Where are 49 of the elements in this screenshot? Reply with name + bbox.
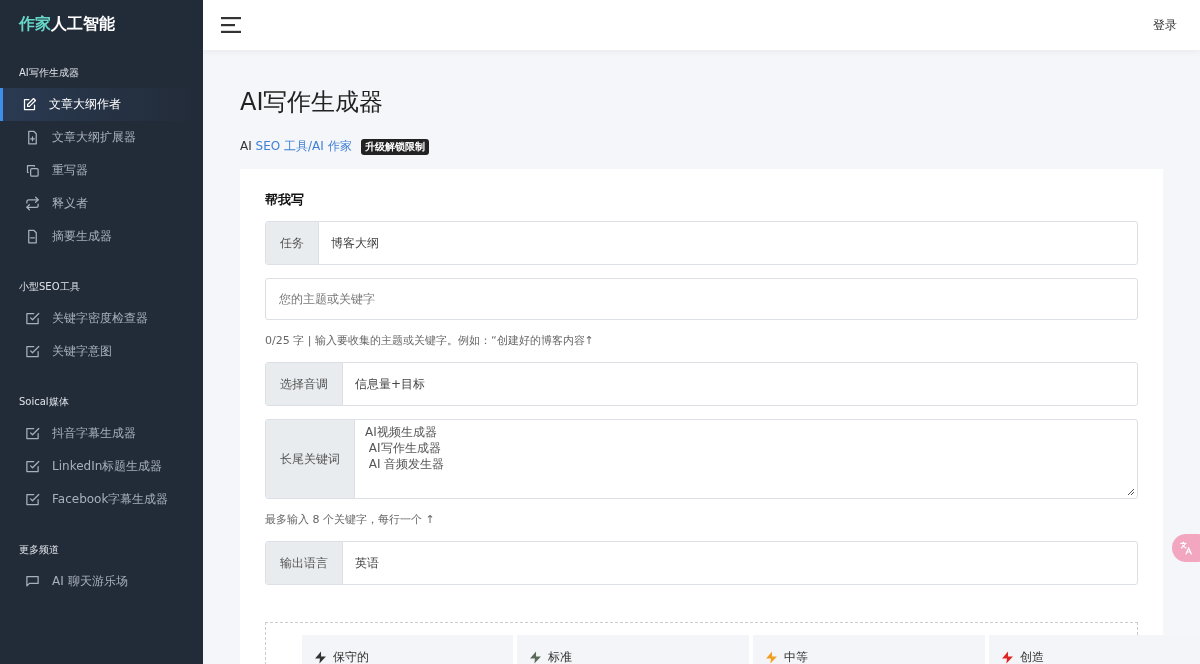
breadcrumb: AI SEO 工具/AI 作家	[240, 138, 352, 155]
file-minus-icon	[25, 229, 40, 244]
copy-icon	[25, 163, 40, 178]
sidebar-item[interactable]: 文章大纲扩展器	[0, 121, 203, 154]
checkbox-icon	[25, 344, 40, 359]
field-label: 任务	[266, 222, 319, 264]
sidebar-item[interactable]: 释义者	[0, 187, 203, 220]
sidebar-item[interactable]: 重写器	[0, 154, 203, 187]
sidebar-section-title: Soical媒体	[19, 395, 70, 409]
sidebar-item[interactable]: AI 聊天游乐场	[0, 565, 203, 598]
sidebar-item[interactable]: 摘要生成器	[0, 220, 203, 253]
form-heading: 帮我写	[265, 191, 305, 209]
sidebar-item[interactable]: 抖音字幕生成器	[0, 417, 203, 450]
menu-icon[interactable]	[221, 17, 241, 33]
sidebar-section-title: 小型SEO工具	[19, 280, 81, 294]
breadcrumb-link[interactable]: SEO 工具/AI 作家	[255, 139, 352, 153]
sidebar-item[interactable]: Facebook字幕生成器	[0, 483, 203, 516]
creativity-option[interactable]: 保守的	[302, 635, 513, 664]
field-label: 长尾关键词	[266, 420, 355, 498]
file-plus-icon	[25, 130, 40, 145]
repeat-icon	[25, 196, 40, 211]
task-select[interactable]: 任务 博客大纲	[265, 221, 1138, 265]
sidebar-item[interactable]: 关键字密度检查器	[0, 302, 203, 335]
upgrade-badge[interactable]: 升级解锁限制	[360, 138, 429, 155]
tone-select[interactable]: 选择音调 信息量+目标	[265, 362, 1138, 406]
resize-handle-icon[interactable]	[1127, 488, 1135, 496]
hint-text: 0/25 字 | 输入要收集的主题或关键字。例如：“创建好的博客内容↑	[265, 333, 595, 348]
keywords-textarea[interactable]: AI视频生成器 AI写作生成器 AI 音频发生器	[355, 420, 455, 498]
checkbox-icon	[25, 492, 40, 507]
login-link[interactable]: 登录	[1153, 16, 1177, 34]
checkbox-icon	[25, 311, 40, 326]
language-select[interactable]: 输出语言 英语	[265, 541, 1138, 585]
checkbox-icon	[25, 459, 40, 474]
translate-icon	[1178, 540, 1194, 556]
topic-input[interactable]: 您的主题或关键字	[265, 278, 1138, 320]
sidebar-section-title: AI写作生成器	[19, 66, 80, 80]
logo[interactable]: 作家人工智能	[19, 14, 115, 38]
checkbox-icon	[25, 426, 40, 441]
sidebar-section-title: 更多频道	[19, 543, 60, 557]
sidebar-item[interactable]: LinkedIn标题生成器	[0, 450, 203, 483]
creativity-option[interactable]: 中等	[753, 635, 985, 664]
hint-text: 最多输入 8 个关键字，每行一个 ↑	[265, 512, 436, 527]
sidebar-item[interactable]: 关键字意图	[0, 335, 203, 368]
page-title: AI写作生成器	[240, 87, 385, 118]
edit-icon	[22, 97, 37, 112]
field-label: 选择音调	[266, 363, 343, 405]
chat-icon	[25, 574, 40, 589]
field-label: 输出语言	[266, 542, 343, 584]
creativity-option[interactable]: 标准	[517, 635, 749, 664]
